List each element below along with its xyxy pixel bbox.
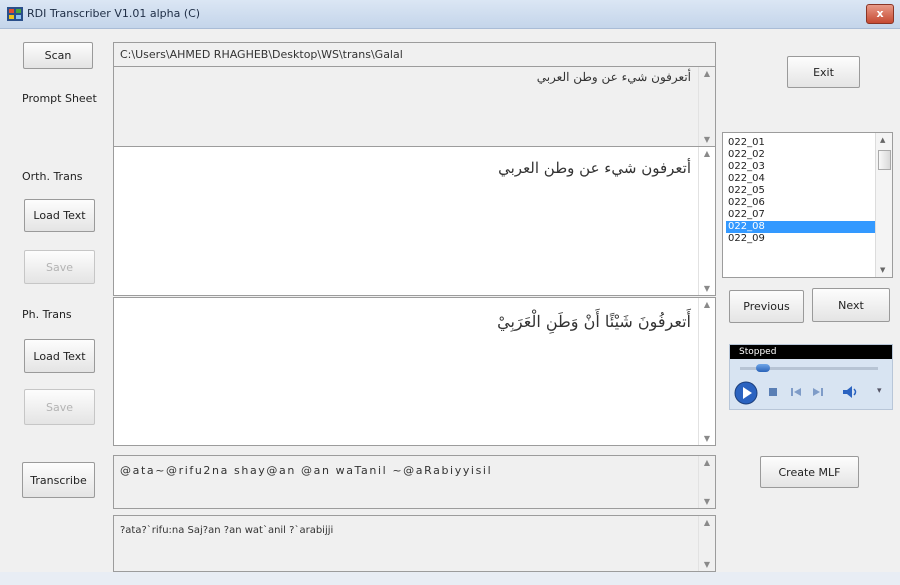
save-button-ph[interactable]: Save [24,389,95,425]
transcribe-button[interactable]: Transcribe [22,462,95,498]
play-icon[interactable] [734,381,758,405]
app-icon [7,7,23,21]
ph-trans-field[interactable]: أَتعرفُونَ شَيْئًا أَنْ وَطَنِ الْعَرَبِ… [113,297,716,446]
next-track-icon[interactable] [812,387,824,397]
scan-button[interactable]: Scan [23,42,93,69]
scroll-up-icon[interactable]: ▲ [880,136,885,144]
list-scrollbar[interactable]: ▲ ▼ [875,133,892,277]
load-text-button-ph[interactable]: Load Text [24,339,95,373]
player-status: Stopped [730,345,892,359]
orth-text: أتعرفون شيء عن وطن العربي [498,159,691,177]
seek-thumb[interactable] [756,364,770,372]
list-item[interactable]: 022_06 [726,197,878,209]
list-item-selected[interactable]: 022_08 [726,221,878,233]
orth-trans-label: Orth. Trans [22,170,83,183]
ph-scrollbar[interactable]: ▲ ▼ [698,298,715,445]
stop-icon[interactable] [768,387,778,397]
scroll-thumb[interactable] [878,150,891,170]
window-title: RDI Transcriber V1.01 alpha (C) [27,7,201,20]
scroll-up-icon[interactable]: ▲ [699,69,715,78]
list-item[interactable]: 022_02 [726,149,878,161]
list-item[interactable]: 022_07 [726,209,878,221]
path-field[interactable]: C:\Users\AHMED RHAGHEB\Desktop\WS\trans\… [113,42,716,67]
ph-text: أَتعرفُونَ شَيْئًا أَنْ وَطَنِ الْعَرَبِ… [497,312,691,331]
previous-button[interactable]: Previous [729,290,804,323]
transcription-scrollbar[interactable]: ▲ ▼ [698,456,715,508]
save-button-orth[interactable]: Save [24,250,95,284]
list-item[interactable]: 022_01 [726,137,878,149]
ipa-text: ?ata?`rifu:na Saj?an ?an wat`anil ?`arab… [120,525,334,536]
load-text-button-orth[interactable]: Load Text [24,199,95,232]
bottom-strip [0,572,900,585]
media-player: Stopped ▾ [729,344,893,410]
scroll-up-icon[interactable]: ▲ [699,149,715,158]
orth-trans-field[interactable]: أتعرفون شيء عن وطن العربي ▲ ▼ [113,146,716,296]
scroll-up-icon[interactable]: ▲ [699,458,715,467]
prompt-scrollbar[interactable]: ▲ ▼ [698,67,715,146]
transcription-field[interactable]: @ata~@rifu2na shay@an @an waTanil ~@aRab… [113,455,716,509]
scroll-down-icon[interactable]: ▼ [880,266,885,274]
prompt-sheet-label: Prompt Sheet [22,92,97,105]
scroll-down-icon[interactable]: ▼ [699,284,715,293]
previous-track-icon[interactable] [790,387,802,397]
list-item[interactable]: 022_05 [726,185,878,197]
exit-button[interactable]: Exit [787,56,860,88]
orth-scrollbar[interactable]: ▲ ▼ [698,147,715,295]
volume-icon[interactable] [842,385,860,399]
ipa-field[interactable]: ?ata?`rifu:na Saj?an ?an wat`anil ?`arab… [113,515,716,572]
scroll-down-icon[interactable]: ▼ [699,135,715,144]
prompt-text: أتعرفون شيء عن وطن العربي [536,70,691,84]
prompt-sheet-field[interactable]: أتعرفون شيء عن وطن العربي ▲ ▼ [113,66,716,147]
ipa-scrollbar[interactable]: ▲ ▼ [698,516,715,571]
list-item[interactable]: 022_04 [726,173,878,185]
transcription-text: @ata~@rifu2na shay@an @an waTanil ~@aRab… [120,464,493,477]
list-item[interactable]: 022_09 [726,233,878,245]
dropdown-arrow-icon[interactable]: ▾ [877,386,882,396]
next-button[interactable]: Next [812,288,890,322]
scroll-up-icon[interactable]: ▲ [699,518,715,527]
file-listbox[interactable]: 022_01 022_02 022_03 022_04 022_05 022_0… [722,132,893,278]
scroll-down-icon[interactable]: ▼ [699,434,715,443]
ph-trans-label: Ph. Trans [22,308,72,321]
scroll-down-icon[interactable]: ▼ [699,497,715,506]
title-bar: RDI Transcriber V1.01 alpha (C) x [0,0,900,29]
scroll-up-icon[interactable]: ▲ [699,300,715,309]
scroll-down-icon[interactable]: ▼ [699,560,715,569]
window-close-button[interactable]: x [866,4,894,24]
path-value: C:\Users\AHMED RHAGHEB\Desktop\WS\trans\… [120,48,403,61]
create-mlf-button[interactable]: Create MLF [760,456,859,488]
list-item[interactable]: 022_03 [726,161,878,173]
